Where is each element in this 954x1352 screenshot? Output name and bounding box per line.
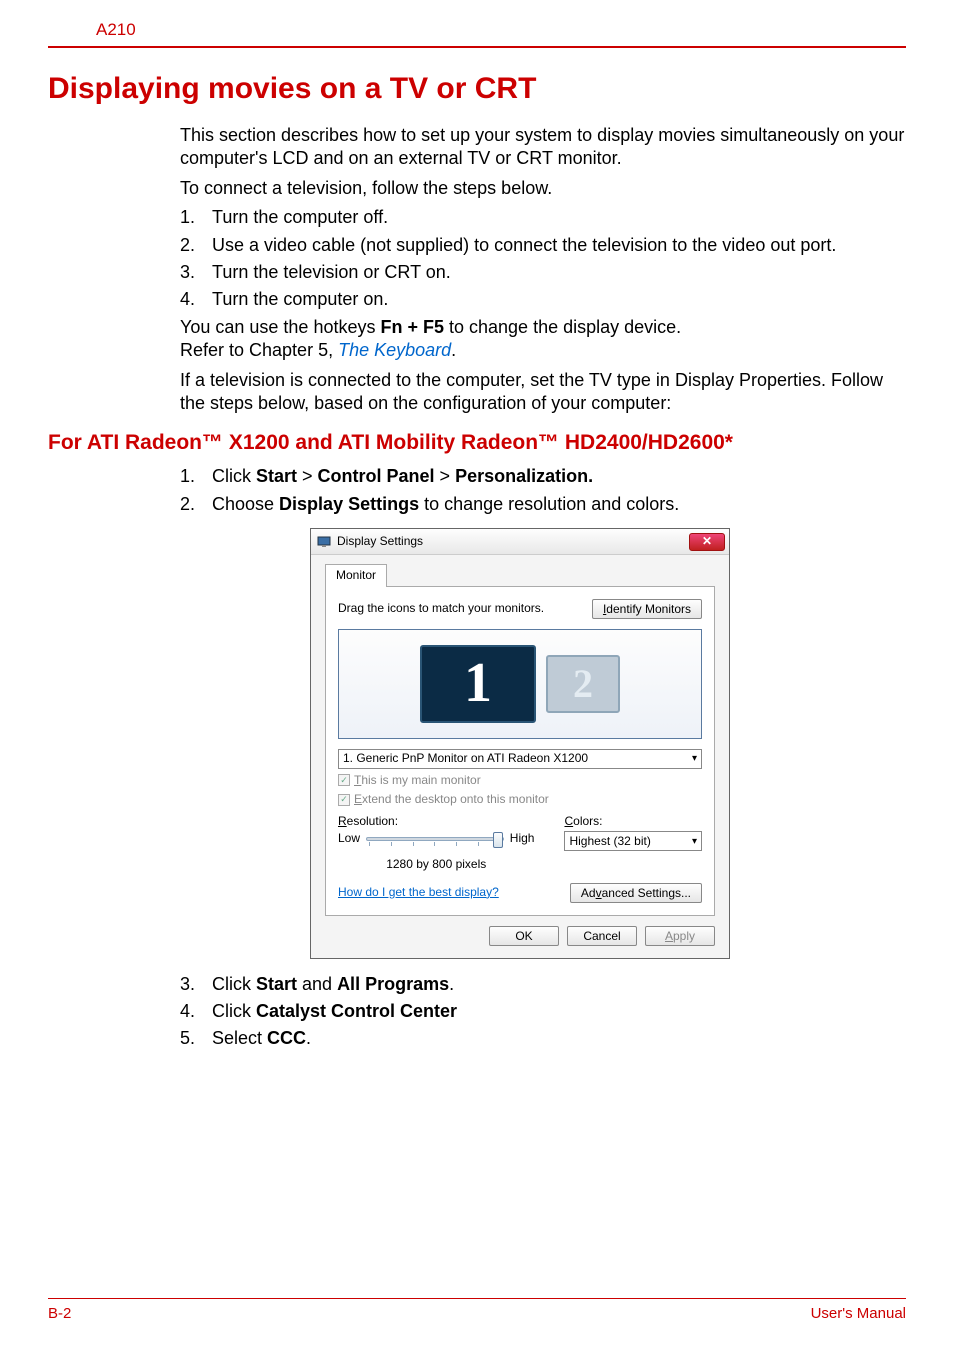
monitor-select-dropdown[interactable]: 1. Generic PnP Monitor on ATI Radeon X12…	[338, 749, 702, 769]
resolution-slider[interactable]	[366, 837, 504, 841]
identify-monitors-button[interactable]: Identify Monitors	[592, 599, 702, 619]
text-fragment: >	[297, 466, 318, 486]
list-item: 3.Turn the television or CRT on.	[180, 261, 906, 284]
keyboard-chapter-link[interactable]: The Keyboard	[338, 340, 451, 360]
hotkey-combo: Fn + F5	[380, 317, 444, 337]
text-fragment: Click	[212, 466, 256, 486]
checkbox-extend-desktop[interactable]: ✓	[338, 794, 350, 806]
text-fragment: to change resolution and colors.	[419, 494, 679, 514]
list-item: 1. Click Start > Control Panel > Persona…	[180, 465, 906, 488]
subsection-title: For ATI Radeon™ X1200 and ATI Mobility R…	[48, 431, 906, 455]
model-label: A210	[48, 20, 136, 39]
monitor-1-icon[interactable]: 1	[420, 645, 536, 723]
text-fragment: Refer to Chapter 5,	[180, 340, 338, 360]
page-footer: B-2 User's Manual	[48, 1298, 906, 1322]
step-text: Turn the computer off.	[212, 207, 388, 227]
connect-intro: To connect a television, follow the step…	[180, 177, 906, 200]
ok-button[interactable]: OK	[489, 926, 559, 946]
bold-text: Start	[256, 974, 297, 994]
section-title: Displaying movies on a TV or CRT	[48, 72, 906, 106]
text-fragment: You can use the hotkeys	[180, 317, 380, 337]
list-item: 1.Turn the computer off.	[180, 206, 906, 229]
bold-text: Control Panel	[318, 466, 435, 486]
steps-list-a: 1.Turn the computer off. 2.Use a video c…	[180, 206, 906, 312]
text-fragment: Click	[212, 1001, 256, 1021]
step-text: Turn the computer on.	[212, 289, 388, 309]
monitor-arrangement-area[interactable]: 1 2	[338, 629, 702, 739]
monitor-2-icon[interactable]: 2	[546, 655, 620, 713]
footer-label: User's Manual	[811, 1305, 906, 1322]
text-fragment: Select	[212, 1028, 267, 1048]
dialog-titlebar: Display Settings ✕	[311, 529, 729, 555]
drag-instruction: Drag the icons to match your monitors.	[338, 601, 544, 617]
steps-list-c: 3. Click Start and All Programs. 4. Clic…	[180, 973, 906, 1051]
text-fragment: to change the display device.	[444, 317, 681, 337]
page-number: B-2	[48, 1305, 71, 1322]
main-monitor-checkbox-row: ✓ This is my main monitor	[338, 773, 702, 789]
page-header: A210	[48, 0, 906, 48]
advanced-settings-button[interactable]: Advanced Settings...	[570, 883, 702, 903]
colors-dropdown[interactable]: Highest (32 bit) ▾	[564, 831, 702, 851]
list-item: 4. Click Catalyst Control Center	[180, 1000, 906, 1023]
bold-text: Start	[256, 466, 297, 486]
list-item: 4.Turn the computer on.	[180, 288, 906, 311]
text-fragment: Choose	[212, 494, 279, 514]
slider-low-label: Low	[338, 831, 360, 847]
tab-monitor[interactable]: Monitor	[325, 564, 387, 587]
chevron-down-icon: ▾	[692, 752, 697, 765]
text-fragment: .	[306, 1028, 311, 1048]
display-settings-dialog: Display Settings ✕ Monitor Drag the icon…	[310, 528, 730, 959]
list-item: 5. Select CCC.	[180, 1027, 906, 1050]
bold-text: Display Settings	[279, 494, 419, 514]
colors-column: Colors: Highest (32 bit) ▾	[564, 814, 702, 873]
dialog-title: Display Settings	[337, 534, 689, 550]
resolution-column: Resolution: Low High 1280 by 800 pixels	[338, 814, 534, 873]
text-fragment: .	[451, 340, 456, 360]
bold-text: Personalization.	[455, 466, 593, 486]
text-fragment: and	[297, 974, 337, 994]
bold-text: All Programs	[337, 974, 449, 994]
dialog-buttons: OK Cancel Apply	[325, 916, 715, 948]
list-item: 2.Use a video cable (not supplied) to co…	[180, 234, 906, 257]
dialog-body: Monitor Drag the icons to match your mon…	[311, 555, 729, 958]
cancel-button[interactable]: Cancel	[567, 926, 637, 946]
text-fragment: Click	[212, 974, 256, 994]
close-button[interactable]: ✕	[689, 533, 725, 551]
dropdown-value: 1. Generic PnP Monitor on ATI Radeon X12…	[343, 751, 588, 767]
main-content: This section describes how to set up you…	[180, 124, 906, 415]
subsection-content: 1. Click Start > Control Panel > Persona…	[180, 465, 906, 1051]
monitor-panel: Drag the icons to match your monitors. I…	[325, 586, 715, 916]
steps-list-b: 1. Click Start > Control Panel > Persona…	[180, 465, 906, 516]
extend-desktop-checkbox-row: ✓ Extend the desktop onto this monitor	[338, 792, 702, 808]
colors-value: Highest (32 bit)	[569, 834, 650, 850]
slider-high-label: High	[510, 831, 535, 847]
text-fragment: .	[449, 974, 454, 994]
monitor-icon	[317, 535, 331, 549]
checkbox-main-monitor[interactable]: ✓	[338, 774, 350, 786]
step-text: Turn the television or CRT on.	[212, 262, 451, 282]
chevron-down-icon: ▾	[692, 835, 697, 848]
resolution-value: 1280 by 800 pixels	[338, 857, 534, 873]
bold-text: Catalyst Control Center	[256, 1001, 457, 1021]
text-fragment: >	[435, 466, 456, 486]
list-item: 3. Click Start and All Programs.	[180, 973, 906, 996]
slider-thumb[interactable]	[493, 832, 503, 848]
step-text: Use a video cable (not supplied) to conn…	[212, 235, 836, 255]
tvtype-paragraph: If a television is connected to the comp…	[180, 369, 906, 416]
close-icon: ✕	[702, 534, 712, 550]
apply-button[interactable]: Apply	[645, 926, 715, 946]
help-link[interactable]: How do I get the best display?	[338, 885, 499, 901]
hotkeys-line: You can use the hotkeys Fn + F5 to chang…	[180, 316, 906, 363]
bold-text: CCC	[267, 1028, 306, 1048]
dialog-screenshot: Display Settings ✕ Monitor Drag the icon…	[310, 528, 906, 959]
list-item: 2. Choose Display Settings to change res…	[180, 493, 906, 516]
intro-paragraph: This section describes how to set up you…	[180, 124, 906, 171]
